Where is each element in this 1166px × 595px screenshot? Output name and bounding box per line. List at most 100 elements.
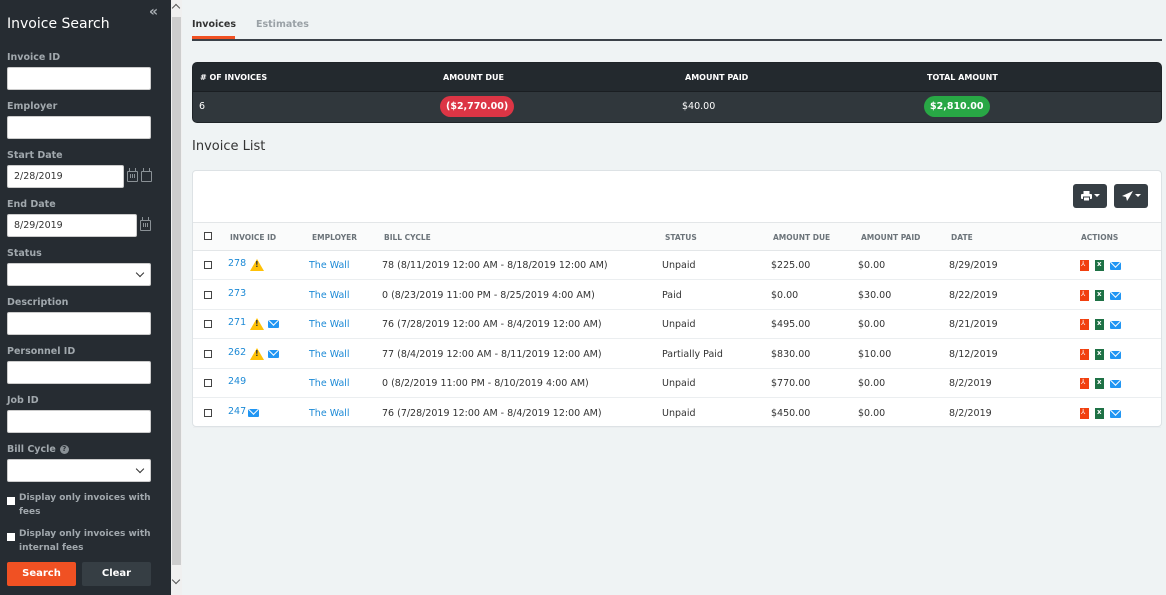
clear-button[interactable]: Clear <box>82 562 151 586</box>
amount-paid-cell: $0.00 <box>858 407 886 419</box>
col-date[interactable]: DATE <box>951 233 973 242</box>
print-dropdown-button[interactable] <box>1073 184 1107 208</box>
table-row: 249 The Wall 0 (8/2/2019 11:00 PM - 8/10… <box>193 369 1161 398</box>
pdf-download-icon[interactable] <box>1080 348 1089 360</box>
pdf-download-icon[interactable] <box>1080 319 1089 330</box>
internal-fees-only-option[interactable]: Display only invoices with internal fees <box>7 527 157 555</box>
invoice-id-link[interactable]: 278 <box>228 258 246 269</box>
col-actions: ACTIONS <box>1081 233 1119 242</box>
bill-cycle-select[interactable] <box>7 459 151 482</box>
amount-due-cell: $225.00 <box>771 260 811 271</box>
email-sent-icon <box>268 320 279 328</box>
row-checkbox[interactable] <box>204 290 212 299</box>
job-id-input[interactable] <box>7 410 151 433</box>
employer-link[interactable]: The Wall <box>309 319 350 330</box>
col-employer[interactable]: EMPLOYER <box>312 233 357 242</box>
pdf-download-icon[interactable] <box>1080 260 1089 271</box>
email-invoice-icon[interactable] <box>1110 380 1121 388</box>
invoice-id-link[interactable]: 249 <box>228 376 246 387</box>
invoice-id-link[interactable]: 273 <box>228 288 246 299</box>
amount-due-badge: ($2,770.00) <box>440 96 515 117</box>
personnel-id-input[interactable] <box>7 361 151 384</box>
caret-down-icon <box>1094 194 1100 197</box>
sidebar-title: Invoice Search <box>7 16 110 32</box>
excel-download-icon[interactable] <box>1095 378 1104 389</box>
invoice-id-link[interactable]: 271 <box>228 317 246 328</box>
tab-invoices[interactable]: Invoices <box>192 19 236 39</box>
status-select[interactable] <box>7 263 151 286</box>
calendar-icon[interactable] <box>140 217 151 231</box>
invoice-search-sidebar: « Invoice Search Invoice ID Employer Sta… <box>0 0 171 595</box>
status-cell: Unpaid <box>662 407 696 419</box>
email-invoice-icon[interactable] <box>1110 262 1121 270</box>
start-date-input[interactable] <box>7 165 124 188</box>
employer-link[interactable]: The Wall <box>309 349 350 360</box>
excel-download-icon[interactable] <box>1095 407 1104 419</box>
scroll-down-icon[interactable] <box>171 575 181 585</box>
col-amount-paid[interactable]: AMOUNT PAID <box>861 233 920 242</box>
internal-fees-only-checkbox[interactable] <box>7 533 15 541</box>
employer-input[interactable] <box>7 116 151 139</box>
row-checkbox[interactable] <box>204 408 212 417</box>
col-invoice-id[interactable]: INVOICE ID <box>230 233 276 242</box>
end-date-input[interactable] <box>7 214 137 237</box>
col-amount-due[interactable]: AMOUNT DUE <box>773 233 830 242</box>
employer-link[interactable]: The Wall <box>309 260 350 271</box>
status-cell: Unpaid <box>662 378 696 389</box>
excel-download-icon[interactable] <box>1095 319 1104 330</box>
status-cell: Partially Paid <box>662 348 723 360</box>
invoice-id-link[interactable]: 247 <box>228 406 246 417</box>
pdf-download-icon[interactable] <box>1080 289 1089 301</box>
help-icon[interactable]: ? <box>59 445 69 454</box>
tab-bar: Invoices Estimates <box>192 0 1162 41</box>
pdf-download-icon[interactable] <box>1080 407 1089 419</box>
employer-link[interactable]: The Wall <box>309 290 350 301</box>
status-cell: Unpaid <box>662 319 696 330</box>
warning-icon <box>250 347 264 360</box>
caret-down-icon <box>1135 194 1141 197</box>
invoice-id-link[interactable]: 262 <box>228 347 246 358</box>
excel-download-icon[interactable] <box>1095 348 1104 360</box>
description-input[interactable] <box>7 312 151 335</box>
email-invoice-icon[interactable] <box>1110 321 1121 329</box>
employer-link[interactable]: The Wall <box>309 408 350 419</box>
email-invoice-icon[interactable] <box>1110 409 1121 418</box>
col-bill-cycle[interactable]: BILL CYCLE <box>384 233 431 242</box>
date-cell: 8/22/2019 <box>949 289 998 301</box>
send-dropdown-button[interactable] <box>1114 184 1148 208</box>
row-checkbox[interactable] <box>204 349 212 358</box>
select-all-checkbox[interactable] <box>204 232 212 240</box>
email-invoice-icon[interactable] <box>1110 291 1121 300</box>
warning-icon <box>250 259 264 271</box>
email-sent-icon <box>268 349 279 358</box>
tab-estimates[interactable]: Estimates <box>256 19 309 30</box>
table-row: 273 The Wall 0 (8/23/2019 11:00 PM - 8/2… <box>193 281 1161 310</box>
bill-cycle-cell: 78 (8/11/2019 12:00 AM - 8/18/2019 12:00… <box>382 260 608 271</box>
summary-count: 6 <box>199 101 206 112</box>
excel-download-icon[interactable] <box>1095 260 1104 271</box>
pdf-download-icon[interactable] <box>1080 378 1089 389</box>
scroll-up-icon[interactable] <box>171 3 181 13</box>
sidebar-scrollbar[interactable] <box>171 0 182 595</box>
date-cell: 8/29/2019 <box>949 260 998 271</box>
calendar-clear-icon[interactable] <box>141 168 152 182</box>
invoice-id-input[interactable] <box>7 67 151 90</box>
email-invoice-icon[interactable] <box>1110 350 1121 359</box>
row-checkbox[interactable] <box>204 320 212 328</box>
table-row: 262 The Wall 77 (8/4/2019 12:00 AM - 8/1… <box>193 340 1161 369</box>
fees-only-option[interactable]: Display only invoices with fees <box>7 491 157 519</box>
summary-amount-paid: $40.00 <box>682 101 716 112</box>
fees-only-checkbox[interactable] <box>7 497 15 505</box>
calendar-icon[interactable] <box>127 168 138 182</box>
row-checkbox[interactable] <box>204 261 212 269</box>
total-amount-badge: $2,810.00 <box>924 96 990 117</box>
employer-link[interactable]: The Wall <box>309 378 350 389</box>
search-button[interactable]: Search <box>7 562 76 586</box>
summary-header-amount-paid: AMOUNT PAID <box>685 73 749 82</box>
excel-download-icon[interactable] <box>1095 289 1104 301</box>
col-status[interactable]: STATUS <box>665 233 697 242</box>
collapse-sidebar-icon[interactable]: « <box>149 4 158 20</box>
row-checkbox[interactable] <box>204 379 212 387</box>
personnel-id-label: Personnel ID <box>7 346 76 357</box>
scrollbar-thumb[interactable] <box>172 17 181 565</box>
